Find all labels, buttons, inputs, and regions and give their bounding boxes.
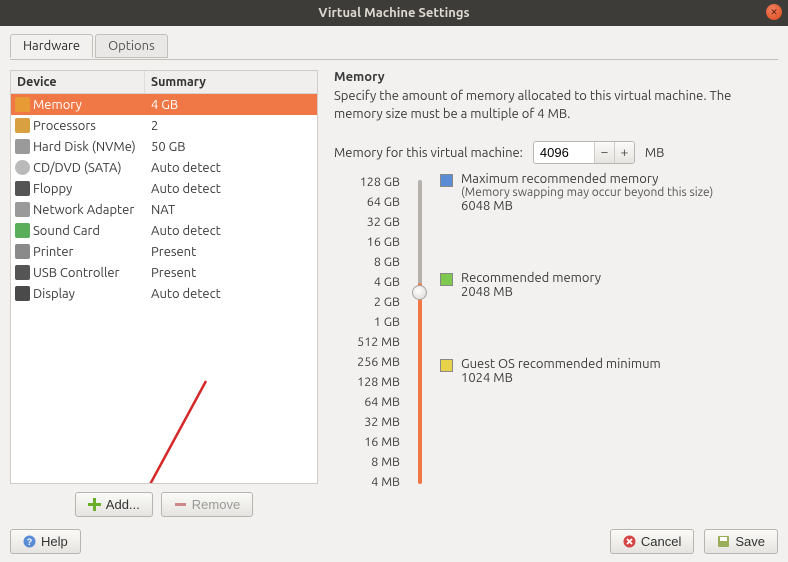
device-row-harddisk[interactable]: Hard Disk (NVMe) 50 GB — [11, 136, 317, 157]
device-row-usb[interactable]: USB Controller Present — [11, 262, 317, 283]
floppy-icon — [15, 181, 30, 196]
device-row-network[interactable]: Network Adapter NAT — [11, 199, 317, 220]
usb-icon — [15, 265, 30, 280]
tab-options[interactable]: Options — [95, 34, 168, 58]
network-icon — [15, 202, 30, 217]
memory-heading: Memory — [334, 70, 776, 84]
device-row-sound[interactable]: Sound Card Auto detect — [11, 220, 317, 241]
memory-icon — [15, 97, 30, 112]
add-hardware-button[interactable]: Add... — [75, 492, 153, 517]
remove-hardware-button: Remove — [161, 492, 253, 517]
device-row-display[interactable]: Display Auto detect — [11, 283, 317, 304]
window-title: Virtual Machine Settings — [318, 6, 469, 20]
hardware-list-header: Device Summary — [11, 71, 317, 94]
help-button[interactable]: ? Help — [10, 529, 81, 554]
window-close-button[interactable]: ✕ — [766, 4, 782, 20]
sound-icon — [15, 223, 30, 238]
column-device[interactable]: Device — [11, 71, 145, 93]
memory-description: Specify the amount of memory allocated t… — [334, 88, 776, 123]
device-row-memory[interactable]: Memory 4 GB — [11, 94, 317, 115]
save-icon — [717, 535, 730, 548]
max-recommended-note: (Memory swapping may occur beyond this s… — [461, 186, 713, 199]
tab-bar: Hardware Options — [10, 34, 778, 60]
device-row-cddvd[interactable]: CD/DVD (SATA) Auto detect — [11, 157, 317, 178]
recommended-marker-icon — [440, 273, 453, 286]
tab-hardware[interactable]: Hardware — [10, 34, 93, 58]
min-value: 1024 MB — [461, 371, 661, 385]
recommended-value: 2048 MB — [461, 285, 601, 299]
svg-text:?: ? — [27, 537, 33, 547]
memory-input[interactable] — [534, 142, 594, 163]
cancel-button[interactable]: Cancel — [610, 529, 694, 554]
recommended-label: Recommended memory — [461, 271, 601, 285]
cddvd-icon — [15, 160, 30, 175]
memory-input-label: Memory for this virtual machine: — [334, 146, 523, 160]
display-icon — [15, 286, 30, 301]
printer-icon — [15, 244, 30, 259]
max-recommended-marker-icon — [440, 174, 453, 187]
max-recommended-value: 6048 MB — [461, 199, 713, 213]
memory-slider-knob[interactable] — [412, 285, 427, 300]
save-button[interactable]: Save — [704, 529, 778, 554]
cancel-icon — [623, 535, 636, 548]
column-summary[interactable]: Summary — [145, 71, 317, 93]
min-label: Guest OS recommended minimum — [461, 357, 661, 371]
hardware-list: Device Summary Memory 4 GB Processors 2 … — [10, 70, 318, 484]
memory-decrement-button[interactable]: − — [594, 142, 614, 163]
memory-slider-track[interactable] — [418, 180, 422, 484]
help-icon: ? — [23, 535, 36, 548]
device-row-printer[interactable]: Printer Present — [11, 241, 317, 262]
minus-icon — [174, 498, 187, 511]
max-recommended-label: Maximum recommended memory — [461, 172, 713, 186]
cpu-icon — [15, 118, 30, 133]
memory-unit: MB — [645, 146, 665, 160]
plus-icon — [88, 498, 101, 511]
device-row-floppy[interactable]: Floppy Auto detect — [11, 178, 317, 199]
memory-panel: Memory Specify the amount of memory allo… — [334, 70, 778, 517]
device-row-processors[interactable]: Processors 2 — [11, 115, 317, 136]
memory-spinner[interactable]: − + — [533, 141, 635, 164]
min-marker-icon — [440, 359, 453, 372]
memory-scale: 128 GB64 GB 32 GB16 GB 8 GB4 GB 2 GB1 GB… — [334, 172, 400, 492]
memory-increment-button[interactable]: + — [614, 142, 634, 163]
harddisk-icon — [15, 139, 30, 154]
annotation-arrow — [121, 371, 221, 484]
